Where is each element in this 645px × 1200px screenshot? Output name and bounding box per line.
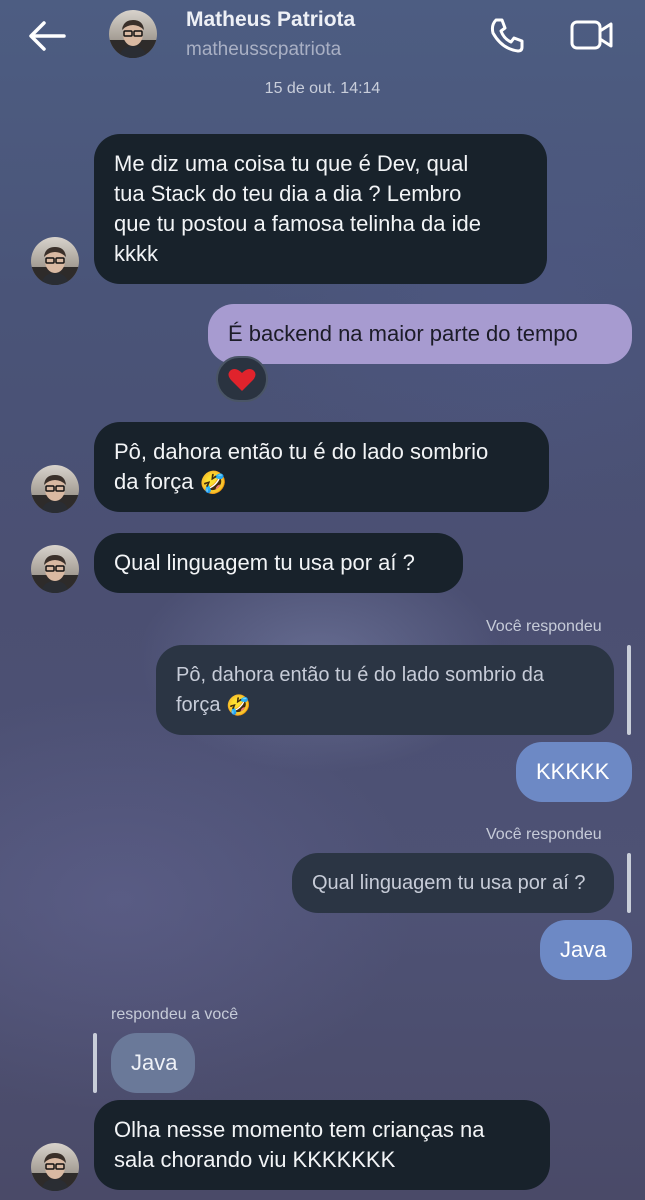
quoted-text: força <box>176 694 221 716</box>
heart-icon <box>228 369 256 391</box>
contact-name[interactable]: Matheus Patriota <box>186 8 355 32</box>
avatar[interactable] <box>109 10 157 58</box>
reply-label: Você respondeu <box>486 826 602 843</box>
message-text: Me diz uma coisa tu que é Dev, qual <box>114 151 469 176</box>
message-text: kkkk <box>114 241 158 266</box>
quoted-text: Pô, dahora então tu é do lado sombrio da <box>176 664 545 686</box>
message-text: da força <box>114 469 194 494</box>
outgoing-message[interactable]: KKKKK <box>516 742 632 802</box>
outgoing-message[interactable]: Java <box>540 920 632 980</box>
chat-header: Matheus Patriota matheusscpatriota <box>0 0 645 80</box>
quoted-text: Java <box>131 1050 178 1075</box>
reaction-badge[interactable] <box>216 356 268 402</box>
quoted-message[interactable]: Pô, dahora então tu é do lado sombrio da… <box>156 645 614 735</box>
avatar[interactable] <box>31 545 79 593</box>
message-text: KKKKK <box>536 759 610 784</box>
message-text: Java <box>560 937 607 962</box>
reply-indicator-bar <box>93 1033 97 1093</box>
incoming-message[interactable]: Olha nesse momento tem crianças na sala … <box>94 1100 550 1190</box>
message-text: Olha nesse momento tem crianças na <box>114 1117 485 1142</box>
incoming-message[interactable]: Me diz uma coisa tu que é Dev, qual tua … <box>94 134 547 284</box>
message-text: que tu postou a famosa telinha da ide <box>114 211 481 236</box>
reply-label: respondeu a você <box>111 1006 239 1023</box>
video-camera-icon[interactable] <box>568 14 616 56</box>
arrow-left-icon[interactable] <box>24 14 70 58</box>
reply-label: Você respondeu <box>486 618 602 635</box>
quoted-message[interactable]: Java <box>111 1033 195 1093</box>
outgoing-message[interactable]: É backend na maior parte do tempo <box>208 304 632 364</box>
message-text: tua Stack do teu dia a dia ? Lembro <box>114 181 462 206</box>
avatar[interactable] <box>31 237 79 285</box>
quoted-text: Qual linguagem tu usa por aí ? <box>312 872 586 894</box>
message-text: É backend na maior parte do tempo <box>228 321 578 346</box>
incoming-message[interactable]: Qual linguagem tu usa por aí ? <box>94 533 463 593</box>
laughing-emoji-icon: 🤣 <box>199 470 228 496</box>
quoted-message[interactable]: Qual linguagem tu usa por aí ? <box>292 853 614 913</box>
incoming-message[interactable]: Pô, dahora então tu é do lado sombrio da… <box>94 422 549 512</box>
avatar[interactable] <box>31 465 79 513</box>
message-timestamp: 15 de out. 14:14 <box>264 80 381 97</box>
avatar[interactable] <box>31 1143 79 1191</box>
reply-indicator-bar <box>627 645 631 735</box>
phone-icon[interactable] <box>486 14 528 56</box>
reply-indicator-bar <box>627 853 631 913</box>
message-text: Pô, dahora então tu é do lado sombrio <box>114 439 489 464</box>
message-text: Qual linguagem tu usa por aí ? <box>114 550 415 575</box>
message-text: sala chorando viu KKKKKKK <box>114 1147 396 1172</box>
contact-username: matheusscpatriota <box>186 39 342 60</box>
laughing-emoji-icon: 🤣 <box>226 694 251 717</box>
